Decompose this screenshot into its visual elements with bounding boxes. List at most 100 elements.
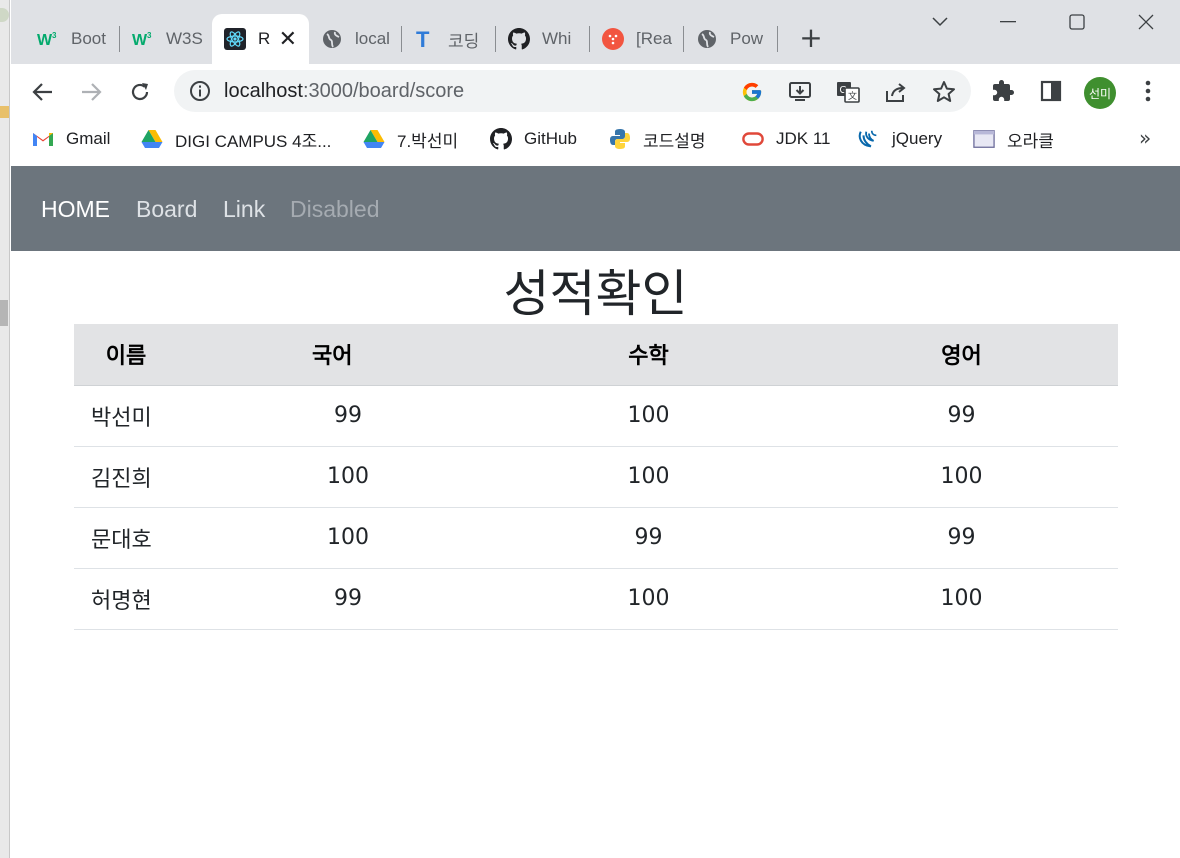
window-icon (973, 128, 995, 150)
table-row: 박선미 99 100 99 (74, 385, 1118, 447)
nav-disabled-link: Disabled (290, 196, 380, 222)
drive-icon (363, 128, 385, 150)
url-host: localhost (224, 80, 303, 102)
bookmarks-bar: Gmail DIGI CAMPUS 4조... 7.박선미 GitHub 코드설… (11, 118, 1180, 166)
table-row: 허명현 99 100 100 (74, 568, 1118, 630)
bookmark-label: 오라클 (1007, 131, 1054, 151)
red-dot-icon (602, 28, 624, 50)
svg-text:文: 文 (848, 90, 857, 101)
bookmark-github[interactable]: GitHub (490, 126, 577, 152)
close-window-icon[interactable] (1131, 8, 1161, 36)
edge-fragment (0, 8, 9, 22)
minimize-icon[interactable] (993, 8, 1023, 36)
tab-6-label: Whi (542, 29, 572, 48)
share-icon[interactable] (883, 79, 909, 105)
tab-4[interactable]: local (309, 14, 401, 64)
translate-icon[interactable]: G文 (835, 79, 861, 105)
nav-home-link[interactable]: HOME (41, 196, 110, 223)
tab-7[interactable]: [Rea (590, 14, 683, 64)
github-icon (508, 28, 530, 50)
tab-7-label: [Rea (636, 29, 672, 48)
korean-score-cell: 100 (178, 446, 492, 508)
side-panel-icon[interactable] (1036, 76, 1066, 106)
tab-3-label: R (258, 29, 271, 48)
bookmark-star-icon[interactable] (931, 79, 957, 105)
math-score-cell: 100 (492, 568, 805, 630)
tab-separator (777, 26, 778, 52)
bookmark-label: Gmail (66, 129, 111, 148)
w3schools-icon: W3 (132, 28, 154, 50)
bookmark-label: DIGI CAMPUS 4조... (175, 131, 332, 151)
close-tab-icon[interactable]: ✕ (279, 27, 297, 52)
math-score-cell: 99 (492, 507, 805, 569)
react-icon (224, 28, 246, 50)
tab-5[interactable]: T 코딩 (402, 14, 495, 64)
svg-text:3: 3 (52, 31, 57, 40)
address-bar[interactable]: localhost:3000/board/score G文 (174, 70, 971, 112)
korean-score-cell: 100 (178, 507, 492, 569)
bookmark-gmail[interactable]: Gmail (32, 126, 110, 152)
bookmark-code-desc[interactable]: 코드설명 (609, 126, 706, 152)
tab-2[interactable]: W3 W3S (120, 14, 212, 64)
page-content: HOME Board Link Disabled 성적확인 이름 국어 수학 영… (11, 166, 1180, 858)
english-score-cell: 100 (805, 568, 1118, 630)
tab-2-label: W3S (166, 29, 203, 48)
english-score-cell: 100 (805, 446, 1118, 508)
table-row: 문대호 100 99 99 (74, 507, 1118, 569)
bookmark-label: 7.박선미 (397, 131, 459, 151)
tab-search-chevron-icon[interactable] (925, 8, 955, 36)
more-bookmarks-icon[interactable]: » (1139, 126, 1151, 150)
bookmark-jdk11[interactable]: JDK 11 (742, 126, 831, 152)
tab-3-active[interactable]: R ✕ (212, 14, 309, 64)
bookmark-label: JDK 11 (776, 129, 831, 148)
new-tab-icon[interactable]: + (797, 24, 825, 52)
drive-icon (141, 128, 163, 150)
site-navbar: HOME Board Link Disabled (11, 166, 1180, 251)
math-score-cell: 100 (492, 446, 805, 508)
python-icon (609, 128, 631, 150)
student-name-cell: 문대호 (74, 507, 178, 569)
bookmark-jquery[interactable]: jQuery (858, 126, 942, 152)
column-header-name: 이름 (74, 324, 178, 386)
math-score-cell: 100 (492, 385, 805, 447)
maximize-icon[interactable] (1062, 8, 1092, 36)
korean-score-cell: 99 (178, 385, 492, 447)
page-title: 성적확인 (503, 265, 688, 323)
extensions-puzzle-icon[interactable] (988, 76, 1018, 106)
column-header-english: 영어 (805, 324, 1118, 386)
nav-board-link[interactable]: Board (136, 196, 197, 223)
svg-text:3: 3 (147, 31, 152, 40)
gmail-icon (32, 128, 54, 150)
forward-arrow-icon[interactable] (74, 75, 108, 109)
bookmark-label: 코드설명 (643, 131, 706, 151)
tab-6[interactable]: Whi (496, 14, 589, 64)
bookmark-label: jQuery (892, 129, 943, 148)
globe-icon (696, 28, 718, 50)
tab-8-label: Pow (730, 29, 764, 48)
tab-8[interactable]: Pow (684, 14, 777, 64)
svg-text:T: T (416, 28, 430, 50)
reload-icon[interactable] (123, 75, 157, 109)
student-name-cell: 허명현 (74, 568, 178, 630)
profile-avatar[interactable]: 선미 (1084, 77, 1116, 109)
tab-5-label: 코딩 (448, 31, 480, 51)
jquery-icon (858, 128, 880, 150)
bookmark-7-park[interactable]: 7.박선미 (363, 126, 458, 152)
browser-window: W3 Boot W3 W3S R ✕ local T 코딩 Whi [Rea P… (11, 0, 1180, 858)
bookmark-digi-campus[interactable]: DIGI CAMPUS 4조... (141, 126, 331, 152)
nav-link-link[interactable]: Link (223, 196, 265, 223)
kebab-menu-icon[interactable] (1133, 76, 1163, 106)
typora-t-icon: T (414, 28, 436, 50)
install-app-icon[interactable] (787, 79, 813, 105)
oracle-icon (742, 128, 764, 150)
edge-scrollbar[interactable] (0, 300, 8, 326)
site-info-icon[interactable] (189, 80, 211, 106)
student-name-cell: 박선미 (74, 385, 178, 447)
github-icon (490, 128, 512, 150)
tab-1[interactable]: W3 Boot (25, 14, 119, 64)
back-arrow-icon[interactable] (26, 75, 60, 109)
bookmark-oracle-kr[interactable]: 오라클 (973, 126, 1054, 152)
english-score-cell: 99 (805, 385, 1118, 447)
google-icon[interactable] (739, 79, 765, 105)
korean-score-cell: 99 (178, 568, 492, 630)
